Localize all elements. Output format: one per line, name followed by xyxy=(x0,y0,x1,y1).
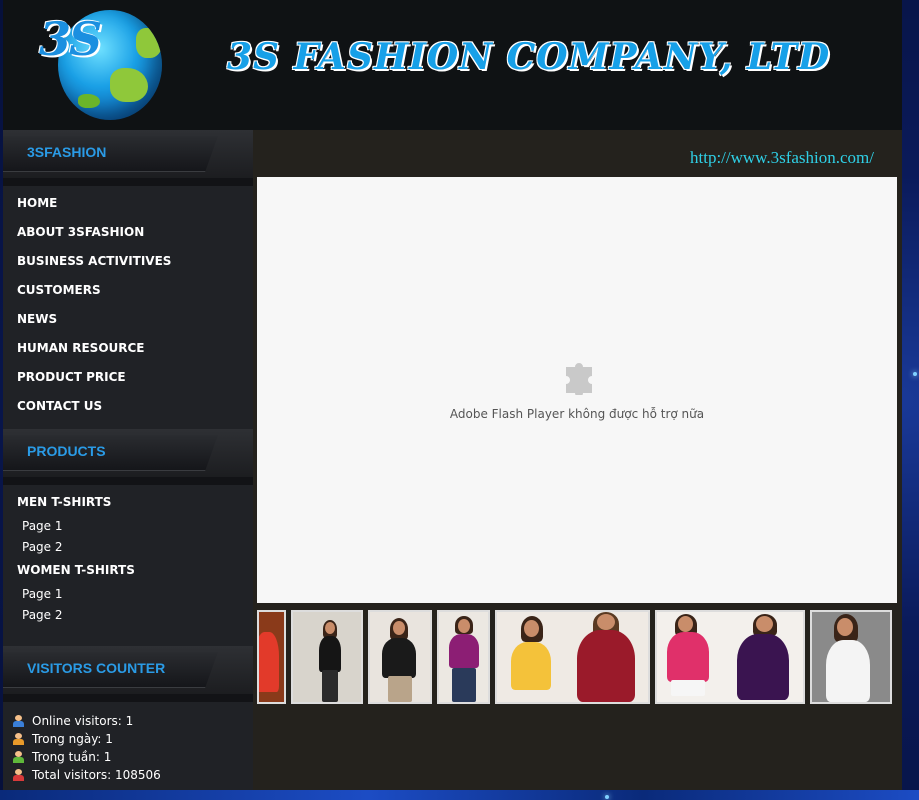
menu-item-product-price[interactable]: PRODUCT PRICE xyxy=(17,366,253,395)
section-title-products: PRODUCTS xyxy=(27,443,106,459)
background-bottom-strip xyxy=(0,790,919,800)
category-men-tshirts[interactable]: MEN T-SHIRTS xyxy=(17,491,253,517)
section-title-visitors-counter: VISITORS COUNTER xyxy=(27,660,166,676)
visitors-online: Online visitors: 1 xyxy=(12,712,253,730)
site-header: 3S 3S FASHION COMPANY, LTD xyxy=(3,0,902,130)
user-total-icon xyxy=(12,768,25,782)
visitors-today: Trong ngày: 1 xyxy=(12,730,253,748)
menu-item-customers[interactable]: CUSTOMERS xyxy=(17,279,253,308)
visitors-week: Trong tuần: 1 xyxy=(12,748,253,766)
visitors-week-text: Trong tuần: 1 xyxy=(32,750,112,764)
product-thumbnail[interactable] xyxy=(495,610,650,704)
website-url-link[interactable]: http://www.3sfashion.com/ xyxy=(690,148,874,168)
product-thumbnail[interactable] xyxy=(810,610,892,704)
section-title-3sfashion: 3SFASHION xyxy=(27,144,107,160)
menu-item-business-activities[interactable]: BUSINESS ACTIVITIVES xyxy=(17,250,253,279)
men-page-2-link[interactable]: Page 2 xyxy=(17,538,253,559)
menu-item-human-resource[interactable]: HUMAN RESOURCE xyxy=(17,337,253,366)
puzzle-piece-icon xyxy=(566,363,592,395)
main-menu: HOME ABOUT 3SFASHION BUSINESS ACTIVITIVE… xyxy=(3,186,253,429)
category-women-tshirts[interactable]: WOMEN T-SHIRTS xyxy=(17,559,253,585)
user-today-icon xyxy=(12,732,25,746)
sidebar: 3SFASHION HOME ABOUT 3SFASHION BUSINESS … xyxy=(3,130,253,790)
background-light-dot xyxy=(913,372,917,376)
company-title: 3S FASHION COMPANY, LTD xyxy=(227,36,831,78)
flash-plugin-placeholder[interactable]: Adobe Flash Player không được hỗ trợ nữa xyxy=(257,177,897,603)
main-content: http://www.3sfashion.com/ Adobe Flash Pl… xyxy=(253,130,902,790)
sidebar-section-header: 3SFASHION xyxy=(3,130,253,178)
product-thumbnail[interactable] xyxy=(437,610,490,704)
page-container: 3S 3S FASHION COMPANY, LTD 3SFASHION HOM… xyxy=(3,0,902,790)
menu-item-contact-us[interactable]: CONTACT US xyxy=(17,395,253,424)
product-thumbnail[interactable] xyxy=(291,610,363,704)
visitors-total: Total visitors: 108506 xyxy=(12,766,253,784)
flash-unsupported-message: Adobe Flash Player không được hỗ trợ nữa xyxy=(449,407,705,421)
background-light-dot xyxy=(605,795,609,799)
visitors-total-text: Total visitors: 108506 xyxy=(32,768,161,782)
women-page-1-link[interactable]: Page 1 xyxy=(17,585,253,606)
products-list: MEN T-SHIRTS Page 1 Page 2 WOMEN T-SHIRT… xyxy=(3,485,253,646)
visitors-today-text: Trong ngày: 1 xyxy=(32,732,113,746)
user-week-icon xyxy=(12,750,25,764)
sidebar-section-header: VISITORS COUNTER xyxy=(3,646,253,694)
menu-item-news[interactable]: NEWS xyxy=(17,308,253,337)
men-page-1-link[interactable]: Page 1 xyxy=(17,517,253,538)
product-thumbnail[interactable] xyxy=(257,610,286,704)
user-online-icon xyxy=(12,714,25,728)
visitors-online-text: Online visitors: 1 xyxy=(32,714,134,728)
sidebar-section-header: PRODUCTS xyxy=(3,429,253,477)
product-thumbnail[interactable] xyxy=(655,610,805,704)
menu-item-about[interactable]: ABOUT 3SFASHION xyxy=(17,221,253,250)
product-thumbnail[interactable] xyxy=(368,610,432,704)
women-page-2-link[interactable]: Page 2 xyxy=(17,606,253,627)
product-image-strip xyxy=(257,610,902,704)
visitors-counter: Online visitors: 1 Trong ngày: 1 Trong t… xyxy=(3,702,253,784)
logo-text: 3S xyxy=(39,12,102,66)
menu-item-home[interactable]: HOME xyxy=(17,192,253,221)
